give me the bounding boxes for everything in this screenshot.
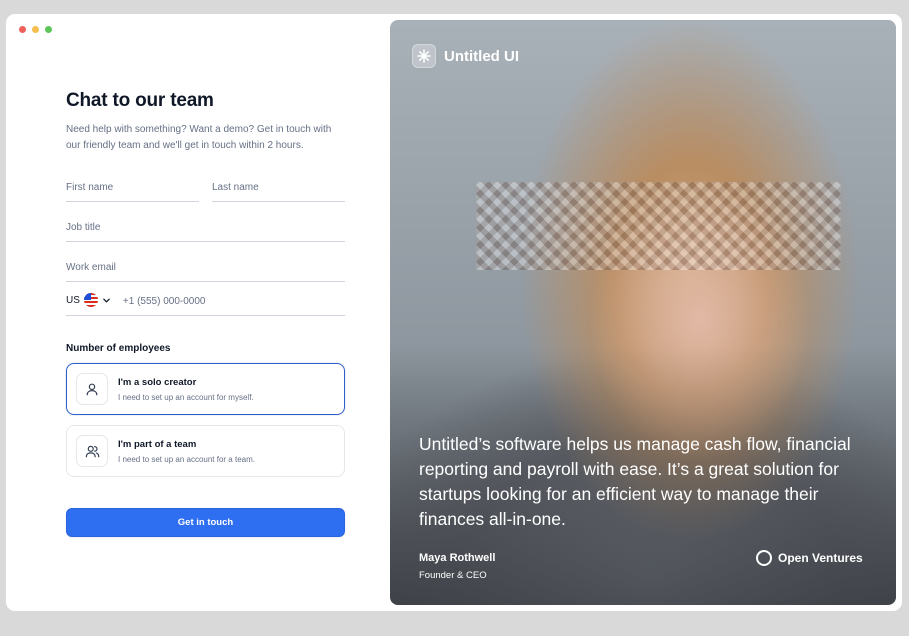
circle-logo-icon <box>756 550 772 566</box>
work-email-field[interactable] <box>66 252 345 282</box>
phone-field[interactable]: US <box>66 286 345 316</box>
company-name: Open Ventures <box>778 551 863 565</box>
phone-input[interactable] <box>122 296 345 307</box>
page-title: Chat to our team <box>66 90 214 111</box>
maximize-window-button[interactable] <box>45 26 52 33</box>
company-logo: Open Ventures <box>756 550 863 566</box>
users-icon <box>76 435 108 467</box>
job-title-field[interactable] <box>66 212 345 242</box>
first-name-field[interactable] <box>66 172 199 202</box>
us-flag-icon <box>83 293 98 307</box>
brand-name: Untitled UI <box>444 47 519 65</box>
country-code-label: US <box>66 294 80 306</box>
last-name-field[interactable] <box>212 172 345 202</box>
option-solo-creator[interactable]: I'm a solo creator I need to set up an a… <box>66 363 345 415</box>
glass-effect-image <box>476 182 841 270</box>
testimonial-author: Maya Rothwell Founder & CEO <box>419 552 495 581</box>
browser-window: Chat to our team Need help with somethin… <box>6 14 902 611</box>
first-name-input[interactable] <box>66 182 199 193</box>
option-title: I'm a solo creator <box>118 376 197 388</box>
author-role: Founder & CEO <box>419 570 487 581</box>
get-in-touch-button[interactable]: Get in touch <box>66 508 345 537</box>
option-title: I'm part of a team <box>118 438 197 450</box>
work-email-input[interactable] <box>66 262 345 273</box>
user-icon <box>76 373 108 405</box>
option-team-member[interactable]: I'm part of a team I need to set up an a… <box>66 425 345 477</box>
author-name: Maya Rothwell <box>419 552 496 564</box>
minimize-window-button[interactable] <box>32 26 39 33</box>
page-subtitle: Need help with something? Want a demo? G… <box>66 124 332 151</box>
country-code-select[interactable]: US <box>66 293 111 307</box>
brand-logo: Untitled UI <box>412 44 519 68</box>
window-controls <box>19 26 52 33</box>
contact-form-header: Chat to our team Need help with somethin… <box>66 90 345 154</box>
testimonial-hero: Untitled UI Untitled’s software helps us… <box>390 20 896 605</box>
last-name-input[interactable] <box>212 182 345 193</box>
option-description: I need to set up an account for myself. <box>118 392 254 402</box>
chevron-down-icon <box>102 296 111 305</box>
option-description: I need to set up an account for a team. <box>118 454 255 464</box>
asterisk-logo-icon <box>412 44 436 68</box>
close-window-button[interactable] <box>19 26 26 33</box>
employees-label: Number of employees <box>66 343 171 354</box>
testimonial-quote: Untitled’s software helps us manage cash… <box>419 434 851 529</box>
job-title-input[interactable] <box>66 222 345 233</box>
